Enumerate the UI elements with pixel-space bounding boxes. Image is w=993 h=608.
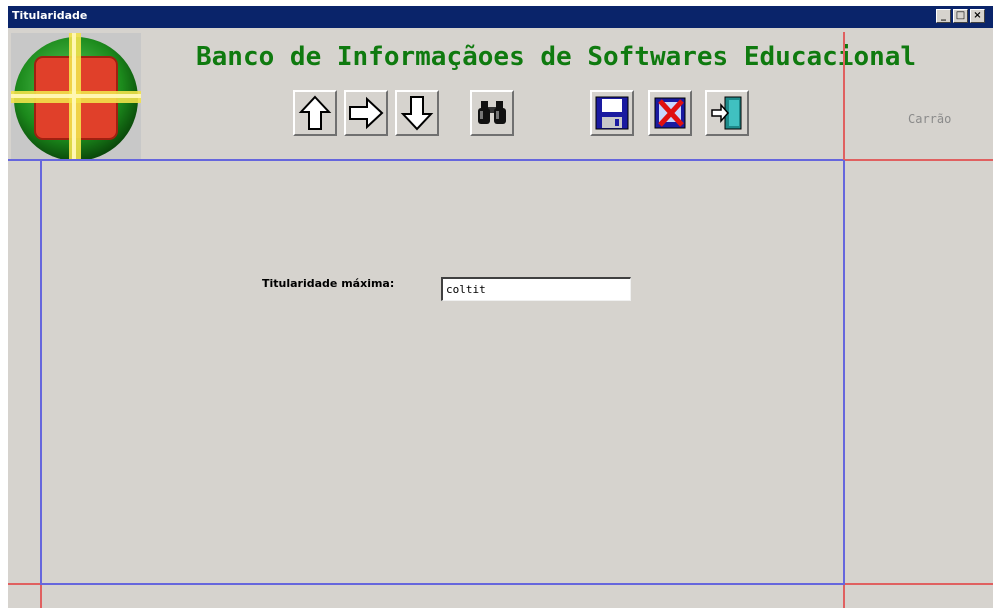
right-guide-top	[843, 32, 845, 160]
close-button[interactable]: ×	[970, 9, 985, 23]
arrow-down-icon	[400, 94, 434, 132]
delete-button[interactable]	[648, 90, 692, 136]
binoculars-icon	[477, 99, 507, 127]
window-title: Titularidade	[12, 9, 88, 22]
arrow-right-icon	[347, 96, 385, 130]
find-button[interactable]	[470, 90, 514, 136]
arrow-up-icon	[298, 94, 332, 132]
save-button[interactable]	[590, 90, 634, 136]
side-label: Carrão	[908, 112, 952, 126]
down-arrow-button[interactable]	[395, 90, 439, 136]
bottom-guide	[40, 583, 845, 585]
app-title: Banco de Informaçãoes de Softwares Educa…	[196, 42, 917, 72]
titularidade-input[interactable]	[441, 277, 631, 301]
exit-button[interactable]	[705, 90, 749, 136]
up-arrow-button[interactable]	[293, 90, 337, 136]
minimize-button[interactable]: _	[936, 9, 951, 23]
title-bar[interactable]: Titularidade _ □ ×	[8, 6, 993, 28]
right-arrow-button[interactable]	[344, 90, 388, 136]
right-guide-extension	[843, 585, 845, 608]
exit-door-icon	[709, 95, 745, 131]
titularidade-label: Titularidade máxima:	[262, 277, 395, 290]
delete-x-icon	[652, 95, 688, 131]
floppy-disk-icon	[594, 95, 630, 131]
left-guide-extension	[40, 585, 42, 608]
header-separator-right	[844, 159, 993, 161]
main-window: Titularidade _ □ × Banco de Informaçãoes…	[8, 6, 993, 608]
bottom-guide-right	[845, 583, 993, 585]
bottom-guide-left	[8, 583, 40, 585]
maximize-button[interactable]: □	[953, 9, 968, 23]
right-guide	[843, 160, 845, 585]
header-separator	[8, 159, 844, 161]
left-guide	[40, 159, 42, 585]
app-logo	[11, 33, 141, 161]
